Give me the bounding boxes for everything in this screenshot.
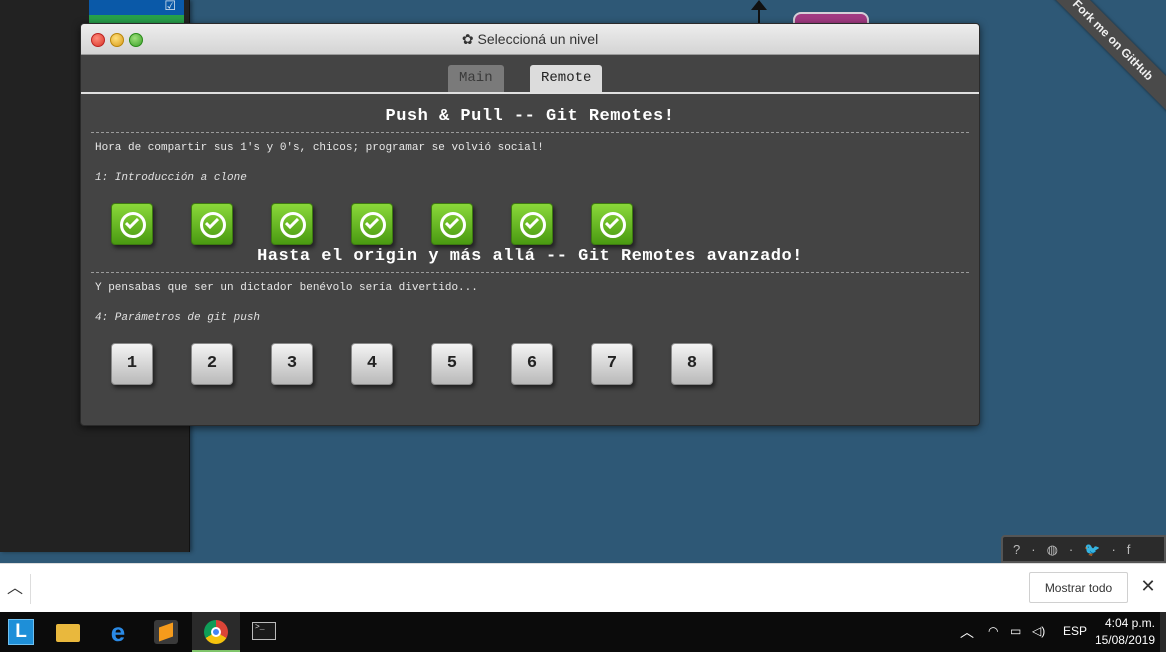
tab-remote[interactable]: Remote [530, 65, 603, 92]
twitter-icon[interactable]: 🐦 [1084, 542, 1100, 557]
level-list [81, 203, 979, 251]
taskbar-app-l[interactable]: L [0, 612, 48, 652]
language-indicator[interactable]: ESP [1063, 624, 1087, 638]
minimize-window-button[interactable] [110, 33, 124, 47]
chrome-icon [204, 620, 228, 644]
level-button-completed[interactable] [271, 203, 313, 245]
clock-time: 4:04 p.m. [1104, 616, 1155, 630]
help-icon[interactable]: ? [1013, 542, 1020, 557]
taskbar-app-edge[interactable]: e [94, 612, 142, 652]
checkbox-icon: ☑ [164, 0, 176, 13]
level-button-7[interactable]: 7 [591, 343, 633, 385]
chevron-up-icon[interactable]: ︿ [960, 622, 974, 642]
edge-icon: e [110, 617, 126, 647]
facebook-icon[interactable]: f [1127, 542, 1131, 557]
level-button-5[interactable]: 5 [431, 343, 473, 385]
sequence-title: Push & Pull -- Git Remotes! [385, 107, 675, 126]
github-ribbon[interactable]: Fork me on GitHub [1030, 0, 1166, 123]
taskbar-app-chrome[interactable] [192, 612, 240, 652]
level-button-completed[interactable] [191, 203, 233, 245]
separator: · [1111, 542, 1116, 557]
chevron-up-icon[interactable]: ︿ [0, 574, 31, 604]
sequence-remote-advanced: Hasta el origin y más allá -- Git Remote… [81, 247, 979, 391]
modal-titlebar: ✿ Seleccioná un nivel [81, 24, 979, 55]
level-button-2[interactable]: 2 [191, 343, 233, 385]
level-button-6[interactable]: 6 [511, 343, 553, 385]
sequence-about: Hora de compartir sus 1's y 0's, chicos;… [95, 142, 544, 154]
selected-level-label: 1: Introducción a clone [95, 172, 247, 184]
level-list: 1 2 3 4 5 6 7 8 [81, 343, 979, 391]
terminal-icon: >_ [252, 622, 276, 640]
sequence-divider [91, 272, 969, 273]
sequence-divider [91, 132, 969, 133]
maximize-window-button[interactable] [129, 33, 143, 47]
close-icon[interactable]: ✕ [1138, 576, 1158, 596]
level-button-8[interactable]: 8 [671, 343, 713, 385]
separator: · [1031, 542, 1036, 557]
taskbar-app-explorer[interactable] [44, 612, 92, 652]
sidebar-blue-strip: ☑ [89, 0, 184, 15]
volume-icon[interactable]: ◁) [1032, 624, 1045, 638]
app-l-icon: L [8, 619, 34, 645]
sequence-remote-basics: Push & Pull -- Git Remotes! Hora de comp… [81, 94, 979, 251]
clock[interactable]: 4:04 p.m. 15/08/2019 [1095, 615, 1155, 649]
level-button-1[interactable]: 1 [111, 343, 153, 385]
separator: · [1068, 542, 1074, 557]
level-button-completed[interactable] [111, 203, 153, 245]
level-button-completed[interactable] [511, 203, 553, 245]
sequence-about: Y pensabas que ser un dictador benévolo … [95, 282, 478, 294]
folder-icon [56, 624, 80, 642]
taskbar-app-terminal[interactable]: >_ [240, 612, 288, 652]
level-button-completed[interactable] [591, 203, 633, 245]
tab-main[interactable]: Main [448, 65, 504, 92]
selected-level-label: 4: Parámetros de git push [95, 312, 261, 324]
taskbar-app-sublime[interactable] [142, 612, 190, 652]
level-button-3[interactable]: 3 [271, 343, 313, 385]
level-button-4[interactable]: 4 [351, 343, 393, 385]
sublime-icon [154, 620, 178, 644]
clock-date: 15/08/2019 [1094, 633, 1155, 647]
network-icon[interactable]: ◠ [988, 624, 998, 638]
social-links: ? · ◍ · 🐦 · f [1001, 535, 1166, 563]
graph-edge [758, 4, 760, 24]
download-bar: ︿ Mostrar todo ✕ [0, 563, 1166, 613]
gear-icon: ✿ [461, 31, 474, 47]
globe-icon[interactable]: ◍ [1047, 542, 1058, 557]
show-all-downloads-button[interactable]: Mostrar todo [1029, 572, 1128, 603]
level-select-modal: ✿ Seleccioná un nivel Main Remote Push & … [80, 23, 980, 426]
level-button-completed[interactable] [351, 203, 393, 245]
modal-title: Seleccioná un nivel [477, 31, 599, 47]
tab-bar: Main Remote [81, 55, 979, 94]
show-desktop-button[interactable] [1160, 612, 1166, 652]
level-button-completed[interactable] [431, 203, 473, 245]
battery-icon[interactable]: ▭ [1010, 624, 1021, 638]
close-window-button[interactable] [91, 33, 105, 47]
taskbar: L e >_ ︿ ◠ ▭ ◁) ESP 4:04 p.m. 15/08/2019 [0, 612, 1166, 652]
